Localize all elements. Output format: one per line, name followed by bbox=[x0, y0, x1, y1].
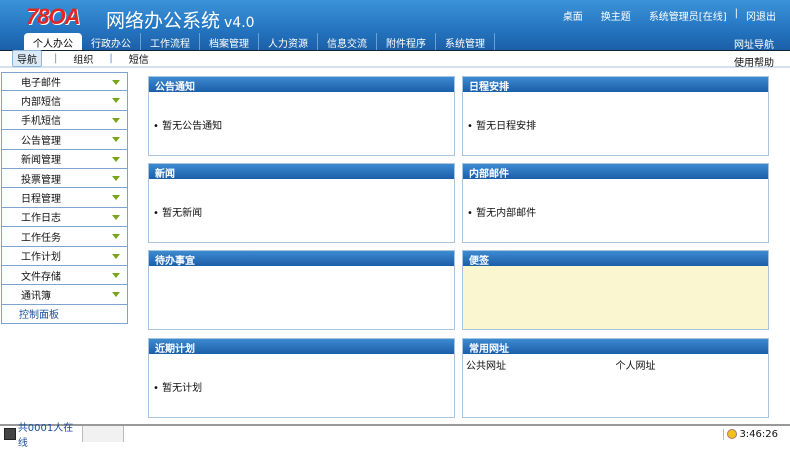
expand-arrow-icon bbox=[112, 98, 120, 104]
expand-arrow-icon bbox=[112, 253, 120, 259]
sidebar-item-label: 新闻管理 bbox=[21, 155, 61, 167]
plan-panel: 近期计划 • 暂无计划 bbox=[148, 338, 455, 418]
tab-system[interactable]: 系统管理 bbox=[436, 33, 495, 50]
sidebar-item-label: 工作日志 bbox=[21, 213, 61, 225]
expand-arrow-icon bbox=[112, 195, 120, 201]
sidebar-item[interactable]: 通讯簿 bbox=[1, 285, 128, 305]
public-links[interactable]: 公共网址 bbox=[466, 357, 616, 372]
panel-text: • 暂无公告通知 bbox=[153, 121, 223, 132]
schedule-panel: 日程安排 • 暂无日程安排 bbox=[462, 76, 769, 156]
url-nav-link[interactable]: 网址导航 bbox=[734, 36, 774, 51]
panel-title: 公告通知 bbox=[149, 77, 454, 93]
sidebar-item-control-panel[interactable]: 控制面板 bbox=[1, 304, 128, 325]
news-panel: 新闻 • 暂无新闻 bbox=[148, 163, 455, 243]
sidebar-item-label: 文件存储 bbox=[21, 271, 61, 283]
sidebar-item[interactable]: 手机短信 bbox=[1, 110, 128, 131]
sidebar-item[interactable]: 投票管理 bbox=[1, 168, 128, 189]
panel-text: • 暂无新闻 bbox=[153, 208, 203, 219]
memo-area[interactable] bbox=[463, 266, 768, 329]
logout-link[interactable]: 冈退出 bbox=[746, 8, 776, 23]
sidebar-item[interactable]: 公告管理 bbox=[1, 130, 128, 150]
sidebar-item[interactable]: 新闻管理 bbox=[1, 149, 128, 169]
sidebar-item-label: 工作任务 bbox=[21, 232, 61, 244]
sidebar-item-label: 手机短信 bbox=[21, 116, 61, 128]
online-text: 共0001人在线 bbox=[17, 423, 74, 449]
personal-links[interactable]: 个人网址 bbox=[616, 357, 766, 372]
expand-arrow-icon bbox=[112, 80, 120, 85]
subnav: 导航 | 组织 | 短信 使用帮助 bbox=[0, 50, 790, 69]
tab-personal[interactable]: 个人办公 bbox=[24, 33, 82, 50]
tab-info[interactable]: 信息交流 bbox=[318, 33, 377, 50]
panel-title: 待办事宜 bbox=[149, 251, 454, 267]
theme-link[interactable]: 换主题 bbox=[601, 8, 631, 23]
tab-archive[interactable]: 档案管理 bbox=[200, 33, 259, 50]
tab-admin[interactable]: 行政办公 bbox=[82, 33, 141, 50]
help-link[interactable]: 使用帮助 bbox=[734, 54, 774, 69]
expand-arrow-icon bbox=[112, 137, 120, 143]
sidebar-item[interactable]: 电子邮件 bbox=[1, 72, 128, 92]
sidebar-item[interactable]: 日程管理 bbox=[1, 188, 128, 208]
expand-arrow-icon bbox=[112, 175, 120, 181]
panel-text: • 暂无内部邮件 bbox=[467, 208, 537, 219]
todo-panel: 待办事宜 bbox=[148, 250, 455, 330]
panel-title: 近期计划 bbox=[149, 339, 454, 355]
tab-hr[interactable]: 人力资源 bbox=[259, 33, 318, 50]
sidebar-item[interactable]: 工作任务 bbox=[1, 227, 128, 247]
sidebar-item[interactable]: 内部短信 bbox=[1, 91, 128, 111]
clock-icon bbox=[727, 429, 738, 439]
panel-text: • 暂无日程安排 bbox=[467, 121, 537, 132]
version: v4.0 bbox=[224, 15, 255, 31]
subnav-nav[interactable]: 导航 bbox=[12, 50, 42, 67]
panel-title: 常用网址 bbox=[463, 339, 768, 355]
sidebar-item[interactable]: 工作计划 bbox=[1, 246, 128, 266]
expand-arrow-icon bbox=[112, 117, 120, 123]
subnav-sms[interactable]: 短信 bbox=[125, 51, 153, 66]
panel-title: 内部邮件 bbox=[463, 164, 768, 180]
notice-panel: 公告通知 • 暂无公告通知 bbox=[148, 76, 455, 156]
tab-workflow[interactable]: 工作流程 bbox=[141, 33, 200, 50]
expand-arrow-icon bbox=[112, 272, 120, 278]
mail-panel: 内部邮件 • 暂无内部邮件 bbox=[462, 163, 769, 243]
panel-title: 便签 bbox=[463, 251, 768, 267]
users-icon bbox=[4, 428, 16, 440]
tab-attachments[interactable]: 附件程序 bbox=[377, 33, 436, 50]
sidebar-item[interactable]: 工作日志 bbox=[1, 207, 128, 228]
app-title: 网络办公系统 v4.0 bbox=[106, 6, 255, 33]
clock: 3:46:26 bbox=[723, 428, 790, 440]
logo: 78OA bbox=[26, 4, 80, 29]
panel-title: 日程安排 bbox=[463, 77, 768, 93]
sidebar-item-label: 内部短信 bbox=[21, 97, 61, 109]
sidebar-item-label: 电子邮件 bbox=[21, 78, 61, 90]
header: 78OA 网络办公系统 v4.0 桌面 换主题 系统管理员[在线] | 冈退出 个… bbox=[0, 0, 790, 51]
separator: | bbox=[109, 53, 113, 64]
sidebar-item-label: 工作计划 bbox=[21, 252, 61, 264]
expand-arrow-icon bbox=[112, 234, 120, 240]
panel-title: 新闻 bbox=[149, 164, 454, 180]
expand-arrow-icon bbox=[112, 214, 120, 220]
expand-arrow-icon bbox=[112, 156, 120, 162]
sidebar: 电子邮件内部短信手机短信公告管理新闻管理投票管理日程管理工作日志工作任务工作计划… bbox=[1, 72, 128, 325]
sidebar-item-label: 公告管理 bbox=[21, 135, 61, 147]
sidebar-item-label: 日程管理 bbox=[21, 194, 61, 206]
online-users[interactable]: 共0001人在线 bbox=[0, 419, 82, 449]
desktop-link[interactable]: 桌面 bbox=[563, 8, 583, 23]
user-status[interactable]: 系统管理员[在线] bbox=[649, 8, 727, 23]
sidebar-item[interactable]: 文件存储 bbox=[1, 265, 128, 286]
status-bar: 共0001人在线 3:46:26 bbox=[0, 423, 790, 449]
expand-arrow-icon bbox=[112, 292, 120, 298]
panel-text: • 暂无计划 bbox=[153, 383, 203, 394]
sidebar-item-label: 投票管理 bbox=[21, 174, 61, 186]
separator: | bbox=[734, 8, 738, 19]
memo-panel: 便签 bbox=[462, 250, 769, 330]
links-panel: 常用网址公共网址 个人网址 bbox=[462, 338, 769, 418]
status-cell bbox=[82, 426, 124, 442]
subnav-org[interactable]: 组织 bbox=[69, 51, 97, 66]
time-text: 3:46:26 bbox=[739, 428, 778, 440]
sidebar-item-label: 通讯簿 bbox=[21, 290, 51, 302]
title-text: 网络办公系统 bbox=[106, 10, 221, 32]
separator: | bbox=[54, 53, 58, 64]
